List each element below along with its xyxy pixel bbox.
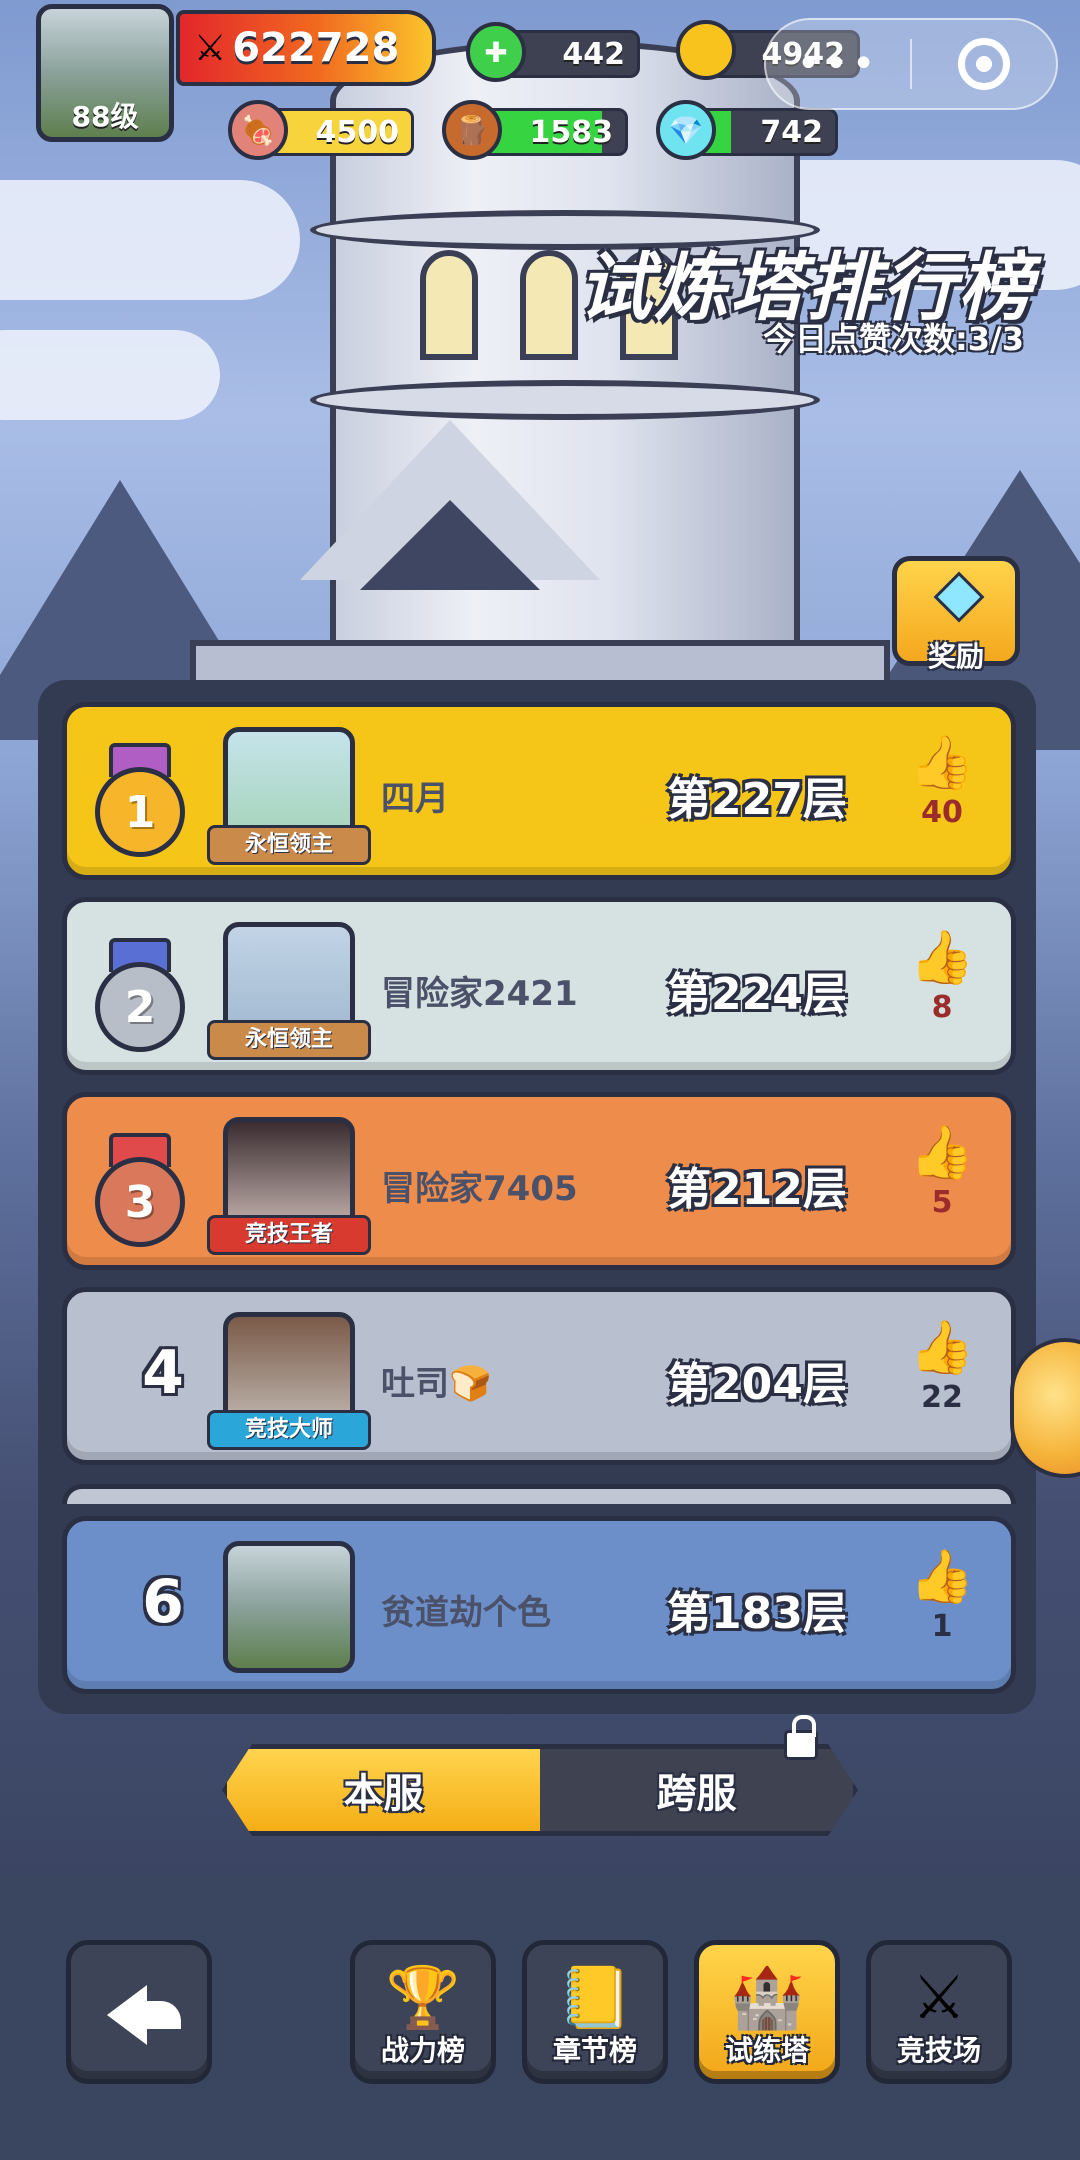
floor-reached: 第204层 [667, 1359, 847, 1410]
reward-chest-button[interactable]: 奖励 [892, 556, 1020, 673]
like-button[interactable]: 👍 5 [897, 1121, 987, 1241]
like-count: 8 [931, 990, 953, 1025]
power-display: ⚔ 622728 [176, 10, 436, 86]
like-button[interactable]: 👍 40 [897, 731, 987, 851]
player-level: 88级 [71, 100, 139, 133]
lock-icon [784, 1715, 818, 1760]
like-button[interactable]: 👍 8 [897, 926, 987, 1046]
thumbs-up-icon: 👍 [909, 928, 975, 988]
player-avatar[interactable]: 88级 [36, 4, 174, 142]
meat-value: 4500 [315, 115, 400, 150]
tab-cross-label: 跨服 [656, 1771, 737, 1817]
trophy-icon: 🏆 [385, 1963, 461, 2033]
close-program-button[interactable] [912, 38, 1056, 90]
thumbs-up-icon: 👍 [909, 733, 975, 793]
nav-chapter-ranking[interactable]: 📒 章节榜 [522, 1940, 668, 2084]
tower-ring [310, 380, 820, 420]
nav-arena[interactable]: ⚔ 竞技场 [866, 1940, 1012, 2084]
nav-trial-tower[interactable]: 🏰 试练塔 [694, 1940, 840, 2084]
title-badge: 竞技王者 [207, 1215, 371, 1255]
tower-icon: 🏰 [729, 1963, 805, 2033]
ranking-row-2: 2 永恒领主 冒险家2421 第224层 👍 8 [62, 897, 1016, 1075]
more-menu-button[interactable]: ••• [766, 41, 910, 87]
floor-reached: 第212层 [667, 1164, 847, 1215]
gold-coin-icon [676, 20, 736, 80]
my-name: 贫道劫个色 [381, 1593, 551, 1633]
thumbs-up-icon: 👍 [909, 1318, 975, 1378]
gems-value: 442 [562, 37, 625, 72]
title-badge: 竞技大师 [207, 1410, 371, 1450]
player-name: 吐司🍞 [381, 1364, 492, 1404]
my-portrait[interactable] [223, 1541, 355, 1673]
mini-program-capsule: ••• [764, 18, 1058, 110]
book-icon: 📒 [557, 1963, 633, 2033]
nav-label: 章节榜 [552, 2034, 637, 2067]
wood-value: 1583 [529, 115, 614, 150]
likes-today-counter: 今日点赞次数:3/3 [762, 320, 1024, 358]
bottom-nav: 🏆 战力榜 📒 章节榜 🏰 试练塔 ⚔ 竞技场 [0, 1876, 1080, 2160]
floor-reached: 第227层 [667, 774, 847, 825]
bronze-medal-icon: 3 [95, 1133, 185, 1247]
target-icon [958, 38, 1010, 90]
silver-medal-icon: 2 [95, 938, 185, 1052]
like-count: 22 [921, 1380, 963, 1415]
tab-local-server[interactable]: 本服 [222, 1744, 540, 1836]
ranking-row-3: 3 竞技王者 冒险家7405 第212层 👍 5 [62, 1092, 1016, 1270]
my-rank-number: 6 [142, 1567, 184, 1637]
title-badge: 永恒领主 [207, 825, 371, 865]
tower-gate-inner [360, 500, 540, 590]
tab-local-label: 本服 [343, 1771, 424, 1817]
title-badge: 永恒领主 [207, 1020, 371, 1060]
my-ranking-row: 6 贫道劫个色 第183层 👍 1 [62, 1516, 1016, 1694]
server-tabs: 本服 跨服 [222, 1715, 858, 1836]
green-gem-plus-icon[interactable]: ✚ [466, 22, 526, 82]
player-name: 冒险家2421 [381, 974, 578, 1014]
wood-log-icon: 🪵 [442, 100, 502, 160]
back-button[interactable] [66, 1940, 212, 2084]
like-button[interactable]: 👍 1 [897, 1545, 987, 1665]
player-name: 冒险家7405 [381, 1169, 578, 1209]
crystal-icon: 💎 [656, 100, 716, 160]
nav-label: 战力榜 [380, 2034, 465, 2067]
meat-icon: 🍖 [228, 100, 288, 160]
tower-window [420, 250, 478, 360]
nav-label: 试练塔 [724, 2034, 809, 2067]
crossed-swords-icon: ⚔ [912, 1963, 966, 2033]
ranking-row-5-peek [62, 1484, 1016, 1504]
like-count: 1 [931, 1609, 953, 1644]
treasure-chest-icon [933, 571, 985, 623]
ranking-row-1: 1 永恒领主 四月 第227层 👍 40 [62, 702, 1016, 880]
ranking-row-4: 4 竞技大师 吐司🍞 第204层 👍 22 [62, 1287, 1016, 1465]
reward-label: 奖励 [927, 640, 984, 673]
like-button[interactable]: 👍 22 [897, 1316, 987, 1436]
crystal-value: 742 [760, 115, 823, 150]
player-name: 四月 [381, 779, 449, 819]
thumbs-up-icon: 👍 [909, 1547, 975, 1607]
like-count: 40 [921, 795, 963, 830]
tower-window [520, 250, 578, 360]
gold-medal-icon: 1 [95, 743, 185, 857]
thumbs-up-icon: 👍 [909, 1123, 975, 1183]
my-floor-reached: 第183层 [667, 1588, 847, 1639]
nav-label: 竞技场 [896, 2034, 981, 2067]
floor-reached: 第224层 [667, 969, 847, 1020]
like-count: 5 [931, 1185, 953, 1220]
cloud [0, 180, 300, 300]
power-value: 622728 [232, 25, 400, 71]
cloud [0, 330, 220, 420]
nav-power-ranking[interactable]: 🏆 战力榜 [350, 1940, 496, 2084]
rank-number: 4 [142, 1338, 184, 1408]
crossed-swords-icon: ⚔ [194, 27, 227, 69]
